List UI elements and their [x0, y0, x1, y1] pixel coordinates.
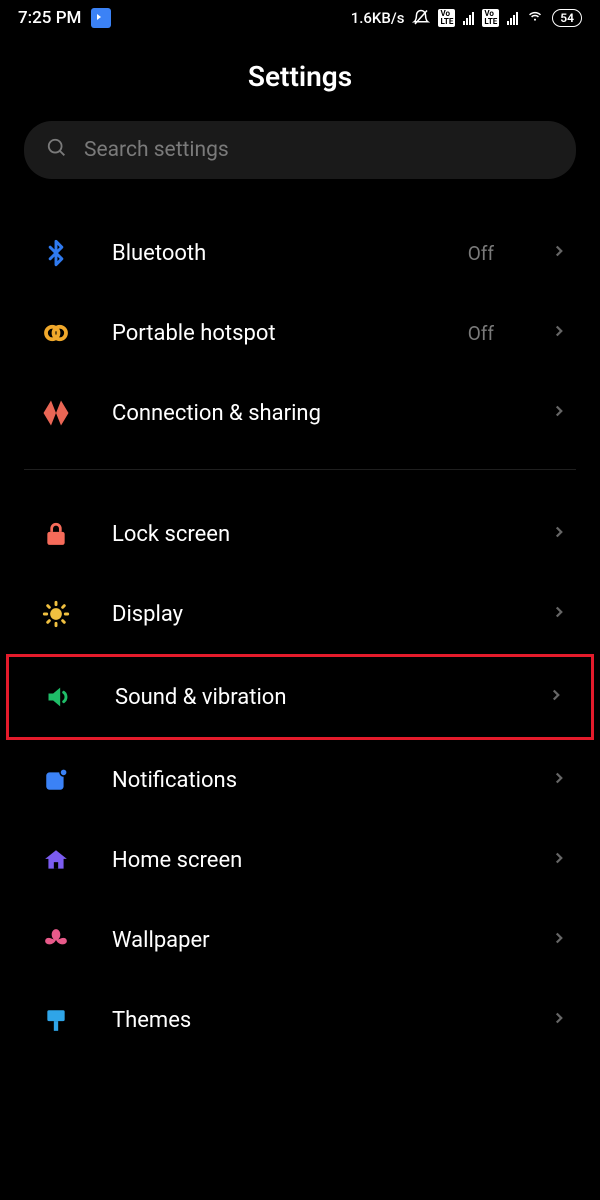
- status-bar: 7:25 PM 1.6KB/s VoLTE VoLTE 54: [0, 0, 600, 36]
- battery-indicator: 54: [552, 9, 582, 27]
- chevron-right-icon: [550, 849, 568, 871]
- wifi-icon: [526, 9, 544, 27]
- settings-item-connection[interactable]: Connection & sharing: [0, 373, 600, 453]
- flower-icon: [40, 924, 72, 956]
- item-label: Portable hotspot: [112, 321, 428, 346]
- item-label: Wallpaper: [112, 928, 510, 953]
- search-icon: [46, 137, 68, 163]
- settings-item-themes[interactable]: Themes: [0, 980, 600, 1060]
- volte-badge-2: VoLTE: [482, 9, 499, 27]
- item-label: Sound & vibration: [115, 685, 507, 710]
- item-label: Bluetooth: [112, 241, 428, 266]
- status-left: 7:25 PM: [18, 8, 111, 28]
- status-time: 7:25 PM: [18, 8, 81, 28]
- chevron-right-icon: [550, 322, 568, 344]
- settings-item-lockscreen[interactable]: Lock screen: [0, 494, 600, 574]
- item-status: Off: [468, 242, 494, 265]
- status-right: 1.6KB/s VoLTE VoLTE 54: [351, 9, 582, 27]
- item-label: Themes: [112, 1008, 510, 1033]
- chevron-right-icon: [550, 402, 568, 424]
- signal-icon-2: [507, 12, 518, 25]
- item-label: Lock screen: [112, 522, 510, 547]
- files-app-icon: [91, 8, 111, 28]
- settings-item-hotspot[interactable]: Portable hotspot Off: [0, 293, 600, 373]
- page-title: Settings: [0, 36, 600, 121]
- settings-item-display[interactable]: Display: [0, 574, 600, 654]
- search-placeholder: Search settings: [84, 138, 229, 162]
- sun-icon: [40, 598, 72, 630]
- settings-list: Bluetooth Off Portable hotspot Off Conne…: [0, 213, 600, 1060]
- divider: [24, 469, 576, 470]
- settings-item-notifications[interactable]: Notifications: [0, 740, 600, 820]
- volte-badge-1: VoLTE: [438, 9, 455, 27]
- chevron-right-icon: [550, 769, 568, 791]
- hotspot-icon: [40, 317, 72, 349]
- item-label: Notifications: [112, 768, 510, 793]
- settings-item-bluetooth[interactable]: Bluetooth Off: [0, 213, 600, 293]
- data-rate: 1.6KB/s: [351, 9, 405, 27]
- item-label: Display: [112, 602, 510, 627]
- bluetooth-icon: [40, 237, 72, 269]
- item-status: Off: [468, 322, 494, 345]
- search-input[interactable]: Search settings: [24, 121, 576, 179]
- settings-item-wallpaper[interactable]: Wallpaper: [0, 900, 600, 980]
- brush-icon: [40, 1004, 72, 1036]
- home-icon: [40, 844, 72, 876]
- item-label: Connection & sharing: [112, 401, 510, 426]
- share-icon: [40, 397, 72, 429]
- chevron-right-icon: [550, 929, 568, 951]
- mute-icon: [412, 9, 430, 27]
- sound-icon: [43, 681, 75, 713]
- signal-icon-1: [463, 12, 474, 25]
- chevron-right-icon: [550, 523, 568, 545]
- chevron-right-icon: [547, 686, 565, 708]
- item-label: Home screen: [112, 848, 510, 873]
- settings-item-homescreen[interactable]: Home screen: [0, 820, 600, 900]
- chevron-right-icon: [550, 1009, 568, 1031]
- notifications-icon: [40, 764, 72, 796]
- chevron-right-icon: [550, 242, 568, 264]
- chevron-right-icon: [550, 603, 568, 625]
- settings-item-sound[interactable]: Sound & vibration: [6, 654, 594, 740]
- lock-icon: [40, 518, 72, 550]
